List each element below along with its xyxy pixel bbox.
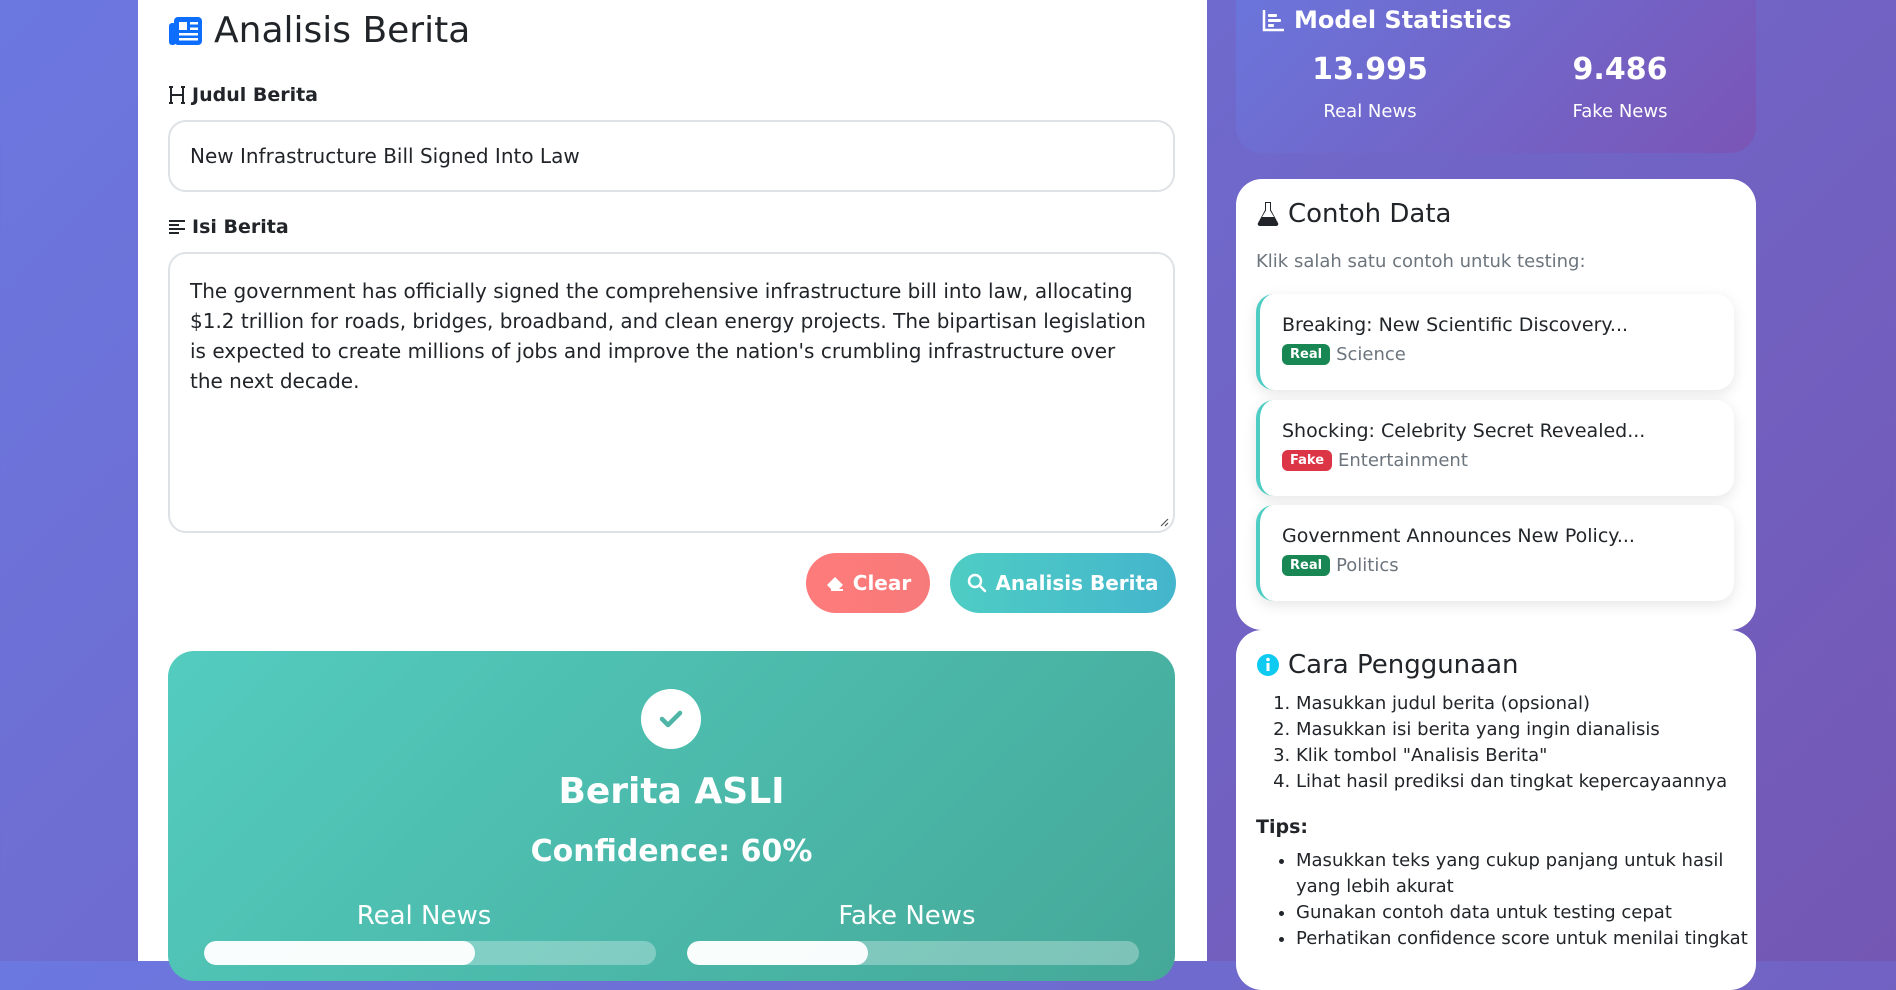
sample-item-title: Shocking: Celebrity Secret Revealed... [1282, 420, 1646, 442]
fake-news-bar-fill [687, 941, 868, 965]
sample-data-title: Contoh Data [1256, 199, 1451, 229]
search-icon [968, 573, 987, 593]
analyze-button-label: Analisis Berita [995, 571, 1159, 595]
chart-bar-icon [1262, 10, 1284, 32]
real-news-bar [204, 941, 656, 965]
real-badge: Real [1282, 555, 1331, 576]
usage-guide-card: Cara Penggunaan Masukkan judul berita (o… [1236, 630, 1756, 990]
sample-item-meta: Real Science [1282, 344, 1712, 365]
usage-steps: Masukkan judul berita (opsional) Masukka… [1256, 691, 1766, 795]
sample-item-title: Government Announces New Policy... [1282, 525, 1635, 547]
confidence-text: Confidence: 60% [530, 834, 813, 869]
real-news-stat: 13.995 Real News [1270, 52, 1470, 122]
list-item: Masukkan judul berita (opsional) [1296, 691, 1766, 717]
title-input[interactable]: New Infrastructure Bill Signed Into Law [168, 120, 1175, 192]
usage-guide-title: Cara Penggunaan [1256, 650, 1519, 680]
model-statistics-title: Model Statistics [1262, 6, 1512, 34]
list-item: Gunakan contoh data untuk testing cepat [1296, 900, 1766, 926]
tips-list: Masukkan teks yang cukup panjang untuk h… [1256, 848, 1766, 952]
title-field-label-text: Judul Berita [192, 84, 319, 106]
tips-label: Tips: [1256, 816, 1308, 838]
sample-data-hint: Klik salah satu contoh untuk testing: [1256, 251, 1586, 272]
model-statistics-title-text: Model Statistics [1294, 6, 1512, 34]
result-panel: Berita ASLI Confidence: 60% Real News Fa… [168, 651, 1175, 981]
fake-news-label: Fake News [838, 901, 976, 931]
fake-news-stat: 9.486 Fake News [1520, 52, 1720, 122]
body-field-label-text: Isi Berita [192, 216, 289, 238]
sample-data-title-text: Contoh Data [1288, 199, 1452, 229]
body-field-label: Isi Berita [168, 216, 289, 238]
usage-guide-title-text: Cara Penggunaan [1288, 650, 1519, 680]
body-textarea-text: The government has officially signed the… [190, 279, 1146, 393]
resize-grip-icon[interactable] [1159, 517, 1169, 527]
fake-news-bar [687, 941, 1139, 965]
list-item: Klik tombol "Analisis Berita" [1296, 743, 1766, 769]
list-item: Lihat hasil prediksi dan tingkat keperca… [1296, 769, 1766, 795]
page-title-text: Analisis Berita [214, 10, 471, 51]
sample-item-meta: Fake Entertainment [1282, 450, 1712, 471]
sample-item-category: Entertainment [1338, 450, 1468, 471]
real-news-bar-fill [204, 941, 476, 965]
model-statistics-card: Model Statistics 13.995 Real News 9.486 … [1236, 0, 1756, 153]
sample-item[interactable]: Breaking: New Scientific Discovery... Re… [1256, 294, 1734, 390]
real-news-label: Real News [356, 901, 492, 931]
fake-news-stat-label: Fake News [1572, 101, 1668, 122]
sample-data-card: Contoh Data Klik salah satu contoh untuk… [1236, 179, 1756, 630]
fake-news-count: 9.486 [1572, 52, 1668, 87]
analyze-button[interactable]: Analisis Berita [950, 553, 1176, 613]
newspaper-icon [169, 16, 202, 45]
sample-item[interactable]: Shocking: Celebrity Secret Revealed... F… [1256, 400, 1734, 496]
sample-item-title: Breaking: New Scientific Discovery... [1282, 314, 1629, 336]
check-icon [641, 689, 701, 749]
sample-item-meta: Real Politics [1282, 555, 1712, 576]
list-item: Masukkan teks yang cukup panjang untuk h… [1296, 848, 1766, 900]
align-left-icon [169, 220, 185, 234]
body-textarea[interactable]: The government has officially signed the… [168, 252, 1175, 533]
page-title: Analisis Berita [168, 10, 470, 51]
list-item: Masukkan isi berita yang ingin dianalisi… [1296, 717, 1766, 743]
real-badge: Real [1282, 344, 1331, 365]
analysis-panel: Analisis Berita Judul Berita New Infrast… [138, 0, 1207, 981]
flask-icon [1257, 202, 1279, 227]
real-news-count: 13.995 [1312, 52, 1428, 87]
fake-badge: Fake [1282, 450, 1333, 471]
verdict-text: Berita ASLI [558, 771, 785, 812]
sample-item-category: Science [1336, 344, 1406, 365]
real-news-stat-label: Real News [1323, 101, 1417, 122]
sample-item[interactable]: Government Announces New Policy... Real … [1256, 505, 1734, 601]
clear-button-label: Clear [852, 571, 912, 595]
heading-icon [169, 86, 185, 104]
info-icon [1257, 654, 1279, 676]
list-item: Perhatikan confidence score untuk menila… [1296, 926, 1766, 952]
title-field-label: Judul Berita [168, 84, 318, 106]
sample-item-category: Politics [1336, 555, 1399, 576]
eraser-icon [826, 577, 843, 591]
clear-button[interactable]: Clear [806, 553, 930, 613]
